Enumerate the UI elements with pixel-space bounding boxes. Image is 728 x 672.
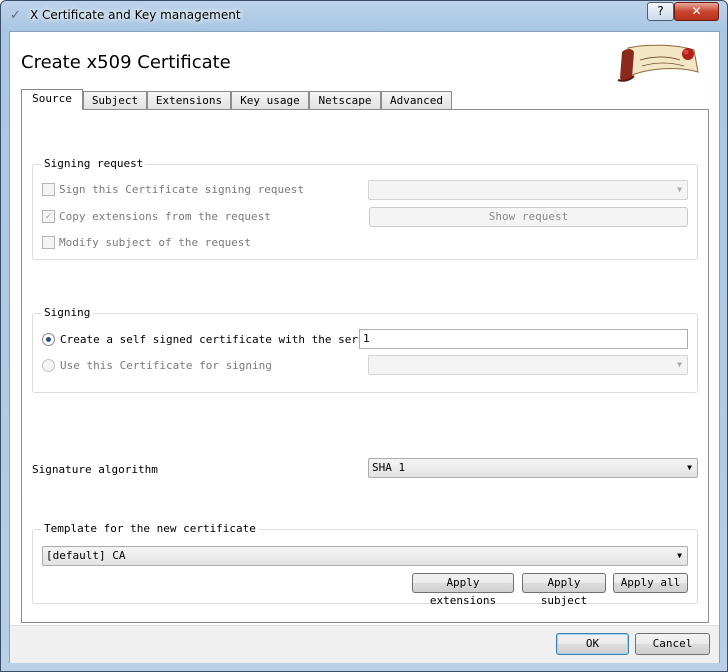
- dialog-client-area: Create x509 Certificate Source Subject E…: [9, 31, 720, 663]
- ok-button[interactable]: OK: [556, 633, 629, 655]
- tab-extensions[interactable]: Extensions: [147, 91, 231, 109]
- self-signed-label: Create a self signed certificate with th…: [60, 333, 378, 346]
- chevron-down-icon: ▼: [677, 185, 682, 194]
- copy-extensions-checkbox[interactable]: ✓: [42, 210, 55, 223]
- tab-netscape[interactable]: Netscape: [309, 91, 381, 109]
- title-bar[interactable]: ✓ X Certificate and Key management ? ✕: [1, 1, 727, 31]
- modify-subject-label: Modify subject of the request: [59, 236, 252, 249]
- xca-logo-icon: [617, 44, 699, 82]
- app-icon: ✓: [10, 8, 21, 23]
- copy-extensions-label: Copy extensions from the request: [59, 210, 271, 223]
- signature-algorithm-value: SHA 1: [372, 461, 406, 474]
- apply-subject-button[interactable]: Apply subject: [522, 573, 606, 607]
- window-title: X Certificate and Key management: [30, 8, 241, 22]
- self-signed-radio[interactable]: [42, 333, 55, 346]
- signer-select[interactable]: ▼: [368, 355, 688, 375]
- tab-source[interactable]: Source: [21, 89, 83, 110]
- sign-csr-checkbox[interactable]: [42, 183, 55, 196]
- modify-subject-checkbox[interactable]: [42, 236, 55, 249]
- use-certificate-radio[interactable]: [42, 359, 55, 372]
- tab-advanced[interactable]: Advanced: [381, 91, 452, 109]
- signing-request-group: Signing request Sign this Certificate si…: [32, 158, 698, 260]
- signing-group: Signing Create a self signed certificate…: [32, 307, 698, 393]
- dialog-button-bar: OK Cancel: [10, 625, 719, 663]
- signature-algorithm-select[interactable]: SHA 1 ▼: [368, 458, 698, 478]
- signing-title: Signing: [41, 307, 94, 319]
- close-button[interactable]: ✕: [674, 2, 719, 21]
- template-select-value: [default] CA: [46, 549, 126, 562]
- dialog-window: ✓ X Certificate and Key management ? ✕ C…: [0, 0, 728, 672]
- chevron-down-icon: ▼: [677, 551, 682, 560]
- page-title: Create x509 Certificate: [21, 52, 231, 73]
- tab-subject[interactable]: Subject: [83, 91, 147, 109]
- apply-extensions-button[interactable]: Apply extensions: [412, 573, 514, 607]
- source-tab-panel: Signing request Sign this Certificate si…: [21, 109, 709, 623]
- chevron-down-icon: ▼: [687, 463, 692, 472]
- template-select[interactable]: [default] CA ▼: [42, 546, 688, 566]
- chevron-down-icon: ▼: [677, 360, 682, 369]
- show-request-button[interactable]: Show request: [369, 207, 688, 227]
- cancel-button[interactable]: Cancel: [635, 633, 710, 655]
- template-group: Template for the new certificate [defaul…: [32, 523, 698, 607]
- csr-select[interactable]: ▼: [368, 180, 688, 200]
- apply-all-button[interactable]: Apply all: [613, 573, 688, 593]
- template-title: Template for the new certificate: [41, 523, 259, 535]
- use-certificate-label: Use this Certificate for signing: [60, 359, 272, 372]
- help-button[interactable]: ?: [647, 2, 674, 21]
- signing-request-title: Signing request: [41, 158, 147, 170]
- signature-algorithm-label: Signature algorithm: [32, 463, 158, 476]
- tab-key-usage[interactable]: Key usage: [231, 91, 309, 109]
- serial-input[interactable]: 1: [359, 329, 688, 349]
- sign-csr-label: Sign this Certificate signing request: [59, 183, 305, 196]
